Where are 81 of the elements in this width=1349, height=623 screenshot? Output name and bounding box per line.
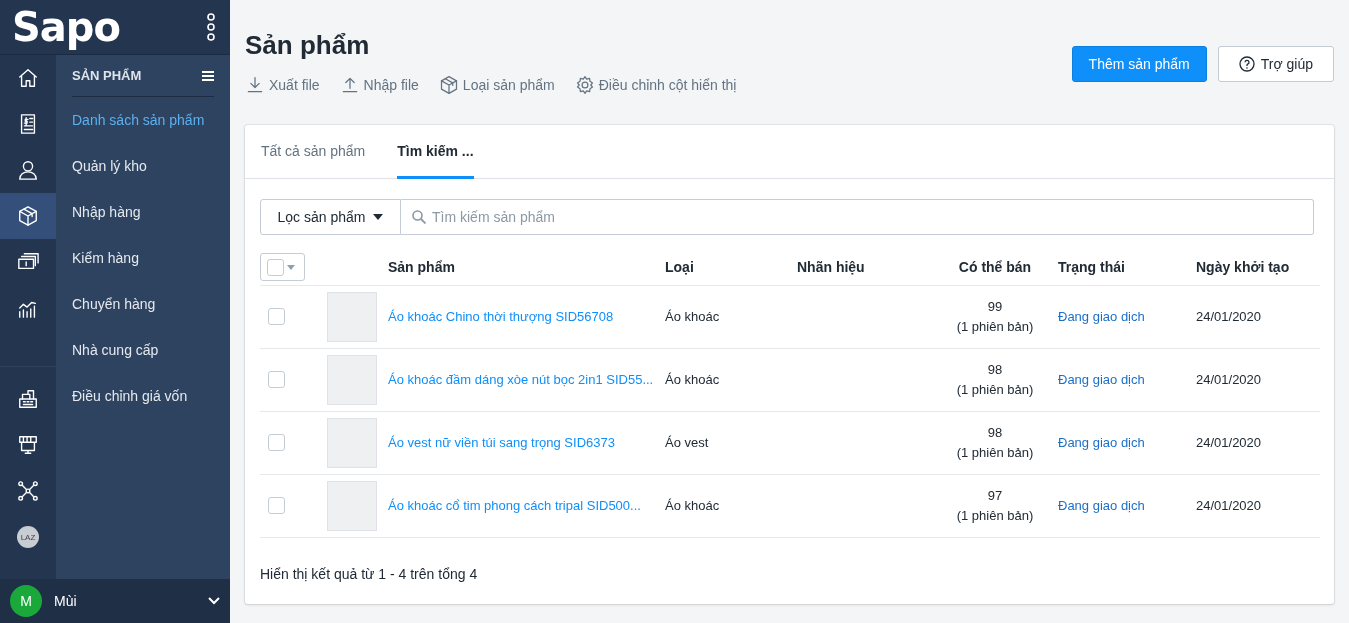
menu-title: SẢN PHẨM — [72, 68, 142, 83]
add-product-button[interactable]: Thêm sản phẩm — [1071, 46, 1207, 82]
network-icon — [17, 480, 39, 502]
download-icon — [245, 75, 265, 95]
help-button[interactable]: Trợ giúp — [1217, 46, 1334, 82]
submenu-item[interactable]: Kiểm hàng — [72, 235, 214, 281]
home-icon — [17, 67, 39, 89]
column-header: Có thể bán — [958, 259, 1032, 276]
table-cell: 24/01/2020 — [1196, 435, 1262, 450]
status-link[interactable]: Đang giao dịch — [1058, 372, 1145, 387]
result-summary: Hiển thị kết quả từ 1 - 4 trên tổng 4 — [260, 565, 479, 582]
select-all-checkbox[interactable] — [260, 253, 305, 282]
table-cell: Áo khoác — [665, 498, 720, 513]
settings-icon — [574, 75, 595, 95]
row-checkbox[interactable] — [268, 434, 285, 452]
box-icon — [438, 75, 459, 95]
photo-placeholder — [327, 480, 377, 531]
product-link[interactable]: Áo khoác đầm dáng xòe nút bọc 2in1 SID55... — [388, 372, 654, 387]
toolbar-link[interactable]: Loại sản phẩm — [438, 75, 555, 95]
tab[interactable]: Tất cả sản phẩm — [261, 125, 366, 179]
user-icon — [17, 159, 39, 181]
marketplace-icon: LAZ — [17, 526, 39, 548]
table-cell-text: (1 phiên bản) — [955, 443, 1035, 462]
table-cell: 24/01/2020 — [1196, 309, 1262, 324]
status-link[interactable]: Đang giao dịch — [1058, 309, 1145, 324]
column-header: Ngày khởi tạo — [1196, 259, 1290, 276]
column-header: Nhãn hiệu — [797, 259, 865, 276]
user-name[interactable]: Mùi — [54, 593, 196, 609]
status-link[interactable]: Đang giao dịch — [1058, 498, 1145, 513]
tab[interactable]: Tìm kiếm ... — [397, 125, 474, 179]
rail-item[interactable] — [0, 193, 56, 239]
table-cell-text: (1 phiên bản) — [955, 506, 1035, 525]
more-icon[interactable] — [206, 13, 216, 41]
table-cell: Áo khoác — [665, 372, 720, 387]
table-cell-text: 99 — [986, 297, 1004, 316]
column-header: Sản phẩm — [388, 259, 455, 276]
column-header: Trạng thái — [1058, 259, 1125, 276]
chevron-down-icon[interactable] — [208, 597, 220, 605]
table-cell-text: 98 — [986, 360, 1004, 379]
user-avatar[interactable]: M — [10, 585, 42, 617]
product-link[interactable]: Áo khoác cổ tim phong cách tripal SID500... — [388, 498, 641, 513]
table-cell: 24/01/2020 — [1196, 372, 1262, 387]
caret-icon — [287, 264, 295, 270]
photo-placeholder — [327, 291, 377, 342]
search-field[interactable]: Tìm kiếm sản phẩm — [401, 199, 1314, 235]
help-icon — [1238, 56, 1255, 72]
submenu-item[interactable]: Danh sách sản phẩm — [72, 97, 214, 143]
table-cell-text: 97 — [986, 486, 1004, 505]
column-header: Loại — [665, 259, 694, 276]
product-link[interactable]: Áo khoác Chino thời thượng SID56708 — [388, 309, 614, 324]
store-icon — [17, 434, 39, 456]
table-cell: 24/01/2020 — [1196, 498, 1262, 513]
cash-register-icon — [17, 388, 39, 410]
search-icon — [412, 210, 426, 224]
row-checkbox[interactable] — [268, 371, 285, 389]
toolbar-link[interactable]: Nhập file — [339, 75, 419, 95]
page-title: Sản phẩm — [245, 30, 371, 61]
row-checkbox[interactable] — [268, 497, 285, 515]
row-checkbox[interactable] — [268, 308, 285, 326]
submenu-item[interactable]: Nhập hàng — [72, 189, 214, 235]
photo-placeholder — [327, 417, 377, 468]
table-cell-text: 98 — [986, 423, 1004, 442]
table-cell: Áo khoác — [665, 309, 720, 324]
product-link[interactable]: Áo vest nữ viền túi sang trọng SID6373 — [388, 435, 615, 450]
submenu-item[interactable]: Quản lý kho — [72, 143, 214, 189]
table-cell: Áo vest — [665, 435, 709, 450]
table-cell-text: (1 phiên bản) — [955, 380, 1035, 399]
table-cell-text: (1 phiên bản) — [955, 317, 1035, 336]
submenu-item[interactable]: Chuyển hàng — [72, 281, 214, 327]
caret-icon — [373, 214, 384, 220]
filter-dropdown[interactable]: Lọc sản phẩm — [260, 199, 401, 235]
menu-icon[interactable] — [202, 70, 214, 81]
submenu-item[interactable]: Điều chỉnh giá vốn — [72, 373, 214, 419]
checkbox[interactable] — [267, 258, 284, 276]
rail-item[interactable]: LAZ — [0, 514, 56, 560]
status-link[interactable]: Đang giao dịch — [1058, 435, 1145, 450]
submenu-item[interactable]: Nhà cung cấp — [72, 327, 214, 373]
toolbar-link[interactable]: Xuất file — [245, 75, 320, 95]
photo-placeholder — [327, 354, 377, 405]
box-icon — [17, 205, 39, 227]
toolbar-link[interactable]: Điều chỉnh cột hiển thị — [574, 75, 737, 95]
